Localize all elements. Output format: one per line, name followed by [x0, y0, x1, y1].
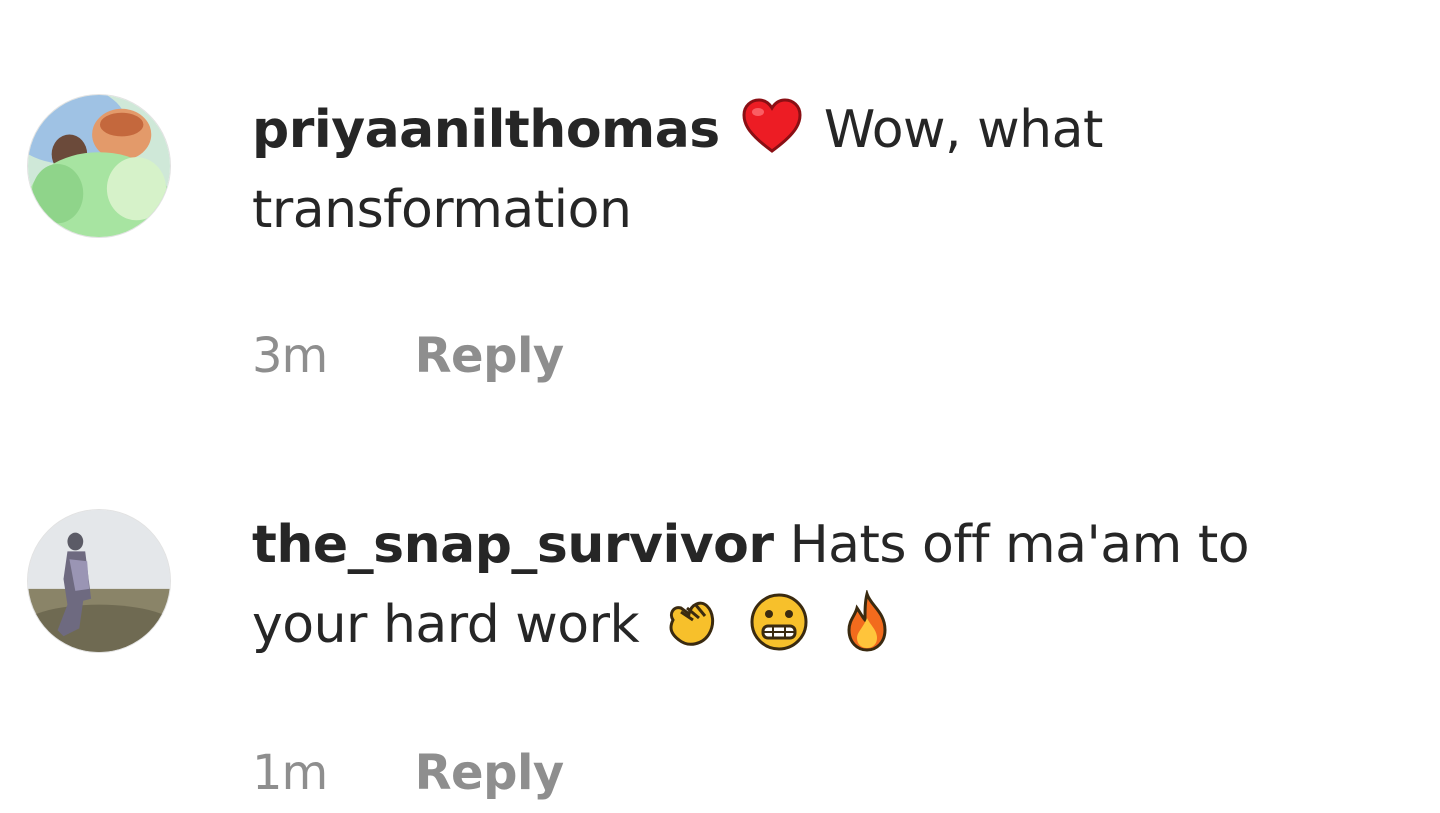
comment-timestamp: 3m: [252, 328, 328, 384]
fire-icon: [835, 590, 899, 654]
reply-button[interactable]: Reply: [415, 328, 565, 384]
avatar-image: [28, 95, 170, 237]
comment-text: your hard work: [252, 595, 640, 655]
comment-text-line: your hard work: [252, 585, 1332, 665]
red-heart-icon: [740, 95, 804, 159]
user-avatar[interactable]: [27, 94, 171, 238]
username-link[interactable]: the_snap_survivor: [252, 515, 774, 575]
comment-text: Wow, what: [823, 100, 1104, 160]
comment-text-line: transformation: [252, 170, 1332, 250]
user-avatar[interactable]: [27, 509, 171, 653]
reply-button[interactable]: Reply: [415, 745, 565, 801]
comment-timestamp: 1m: [252, 745, 328, 801]
comment-text: transformation: [252, 180, 632, 240]
comment-body: priyaanilthomas Wow, what transformation: [252, 90, 1332, 250]
grimacing-face-icon: [747, 590, 811, 654]
username-link[interactable]: priyaanilthomas: [252, 100, 720, 160]
comment-meta: 3m Reply: [252, 328, 564, 384]
avatar-image: [28, 510, 170, 652]
comment-text: Hats off ma'am to: [789, 515, 1250, 575]
comment-text-line: the_snap_survivor Hats off ma'am to: [252, 505, 1332, 585]
comment-text-line: priyaanilthomas Wow, what: [252, 90, 1332, 170]
comment-meta: 1m Reply: [252, 745, 564, 801]
clapping-hands-icon: [659, 590, 723, 654]
comment-body: the_snap_survivor Hats off ma'am to your…: [252, 505, 1332, 665]
